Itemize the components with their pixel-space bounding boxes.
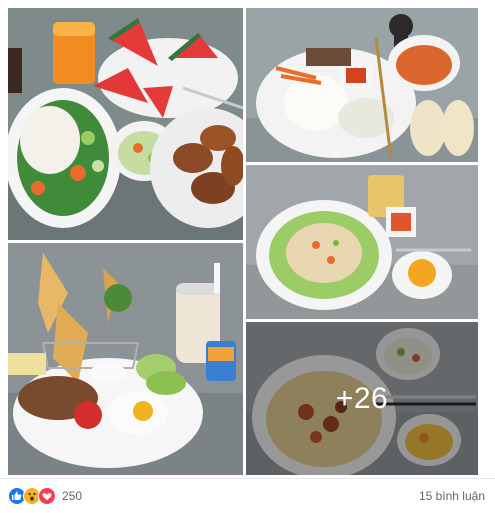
food-photo-rice-soup-pear [246, 8, 478, 162]
reactions-summary[interactable]: 250 [8, 487, 82, 505]
food-photo-bread-steak-egg [8, 243, 243, 475]
photo-5[interactable]: +26 [246, 322, 478, 475]
photo-grid: +26 [0, 0, 495, 478]
photo-2[interactable] [246, 8, 478, 162]
photo-4[interactable] [8, 243, 243, 475]
love-icon [38, 487, 56, 505]
comments-count-link[interactable]: 15 bình luận [419, 489, 485, 503]
food-photo-salad-noodles-watermelon [8, 8, 243, 240]
food-photo-pasta-more [246, 322, 478, 475]
reaction-count: 250 [62, 489, 83, 503]
food-photo-fried-rice-cucumber [246, 165, 478, 319]
post-footer: 250 15 bình luận [0, 478, 495, 513]
photo-1[interactable] [8, 8, 243, 240]
photo-3[interactable] [246, 165, 478, 319]
